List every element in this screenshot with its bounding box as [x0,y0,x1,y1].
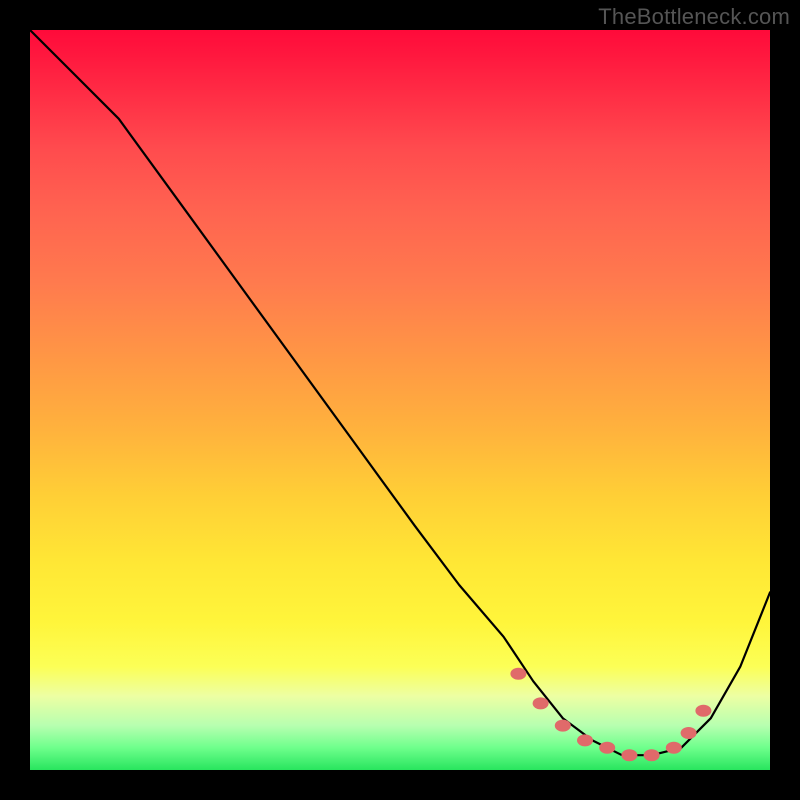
marker-dot [533,697,549,709]
marker-dot [599,742,615,754]
marker-dot [644,749,660,761]
marker-dot [577,734,593,746]
marker-dot [510,668,526,680]
chart-frame: TheBottleneck.com [0,0,800,800]
marker-dot [695,705,711,717]
marker-dot [681,727,697,739]
marker-dot [555,720,571,732]
plot-area [30,30,770,770]
marker-group [510,668,711,761]
marker-dot [666,742,682,754]
chart-svg [30,30,770,770]
marker-dot [621,749,637,761]
bottleneck-curve [30,30,770,755]
watermark-text: TheBottleneck.com [598,4,790,30]
